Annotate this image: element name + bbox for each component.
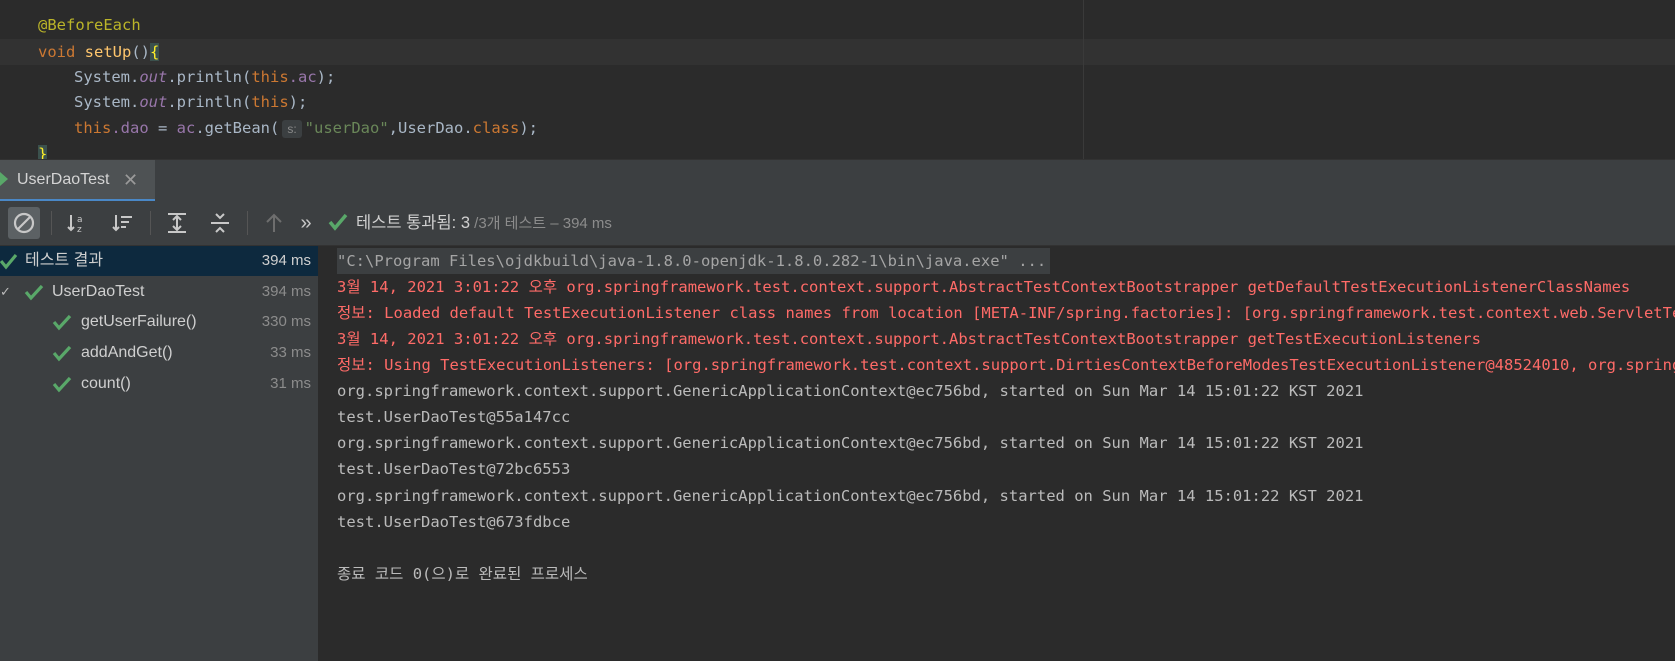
run-tool-window-header: UserDaoTest ✕ xyxy=(0,159,1675,202)
console-line: org.springframework.context.support.Gene… xyxy=(337,434,1364,452)
code-line-4[interactable]: System.out.println(this); xyxy=(74,89,307,115)
console-line: test.UserDaoTest@72bc6553 xyxy=(337,460,571,478)
parameter-hint: s: xyxy=(282,119,302,138)
method-name: setUp xyxy=(84,43,132,61)
code-line-6[interactable]: } xyxy=(38,141,48,159)
test-runner-toolbar: az » 테스트 통과됨: 3 /3개 테스트 – 394 ms xyxy=(0,201,1675,246)
code-line-1[interactable]: @BeforeEach xyxy=(38,12,141,38)
code-token: .println( xyxy=(167,93,252,111)
code-token: "userDao" xyxy=(304,119,389,137)
test-results-tree: 테스트 결과 394 ms ✓ UserDaoTest 394 ms getUs… xyxy=(0,246,319,661)
tree-row-label: getUserFailure() xyxy=(81,313,197,330)
expand-all-icon xyxy=(168,213,186,233)
code-token: = xyxy=(148,119,177,137)
tree-row-label: addAndGet() xyxy=(81,344,173,361)
tree-row-test[interactable]: count() 31 ms xyxy=(0,369,318,399)
code-editor[interactable]: @BeforeEach void setUp(){ System.out.pri… xyxy=(0,0,1675,159)
keyword-void: void xyxy=(38,43,76,61)
code-line-3[interactable]: System.out.println(this.ac); xyxy=(74,64,335,90)
code-token: System. xyxy=(74,93,140,111)
more-actions-button[interactable]: » xyxy=(290,207,322,239)
toolbar-separator xyxy=(51,211,52,235)
test-status: 테스트 통과됨: 3 /3개 테스트 – 394 ms xyxy=(328,201,612,246)
collapse-all-icon xyxy=(211,213,229,233)
no-entry-icon xyxy=(13,212,35,234)
tree-row-label: UserDaoTest xyxy=(52,283,145,300)
code-token: System. xyxy=(74,68,140,86)
check-icon xyxy=(52,376,72,393)
tree-row-label: count() xyxy=(81,375,131,392)
code-token: out xyxy=(139,68,168,86)
code-token: .ac xyxy=(288,68,317,86)
toolbar-separator xyxy=(247,211,248,235)
method-parens: () xyxy=(131,43,151,61)
tree-row-time: 394 ms xyxy=(261,252,311,269)
console-line: test.UserDaoTest@673fdbce xyxy=(337,513,571,531)
sort-duration-icon xyxy=(112,215,132,232)
console-command-line: "C:\Program Files\ojdkbuild\java-1.8.0-o… xyxy=(337,248,1051,274)
run-icon xyxy=(0,172,8,186)
code-token: this xyxy=(74,119,112,137)
console-line: 정보: Loaded default TestExecutionListener… xyxy=(337,304,1675,322)
console-line: org.springframework.context.support.Gene… xyxy=(337,382,1364,400)
tree-row-time: 330 ms xyxy=(261,313,311,330)
status-passed: 테스트 통과됨: 3 xyxy=(356,214,471,232)
code-token: .dao xyxy=(111,119,149,137)
console-exit-line: 종료 코드 0(으)로 완료된 프로세스 xyxy=(337,565,588,583)
check-icon xyxy=(24,284,44,301)
tree-row-time: 31 ms xyxy=(270,375,311,392)
tree-row-class[interactable]: ✓ UserDaoTest 394 ms xyxy=(0,277,318,307)
code-token: ); xyxy=(288,93,308,111)
sort-alphabetically-button[interactable]: az xyxy=(62,207,94,239)
code-token: ); xyxy=(519,119,539,137)
toolbar-separator xyxy=(150,211,151,235)
tree-row-test[interactable]: getUserFailure() 330 ms xyxy=(0,307,318,337)
tree-row-time: 394 ms xyxy=(261,283,311,300)
code-token: .getBean( xyxy=(195,119,280,137)
expand-all-button[interactable] xyxy=(161,207,193,239)
status-total: /3개 테스트 – 394 ms xyxy=(470,215,612,232)
collapse-all-button[interactable] xyxy=(204,207,236,239)
current-line-highlight xyxy=(0,39,1675,65)
code-token: this xyxy=(251,68,289,86)
svg-text:z: z xyxy=(77,225,82,235)
tree-row-label: 테스트 결과 xyxy=(25,252,104,269)
console-line: org.springframework.context.support.Gene… xyxy=(337,487,1364,505)
console-line: 3월 14, 2021 3:01:22 오후 org.springframewo… xyxy=(337,278,1631,296)
close-brace: } xyxy=(38,145,48,159)
check-icon xyxy=(52,314,72,331)
code-line-5[interactable]: this.dao = ac.getBean(s: "userDao",UserDa… xyxy=(74,115,538,141)
code-token: out xyxy=(139,93,168,111)
sort-alpha-icon: az xyxy=(67,215,83,235)
code-token: class xyxy=(472,119,520,137)
run-tab[interactable]: UserDaoTest ✕ xyxy=(0,160,155,202)
show-passed-toggle[interactable] xyxy=(8,207,40,239)
check-icon xyxy=(0,253,18,270)
console-line: 3월 14, 2021 3:01:22 오후 org.springframewo… xyxy=(337,330,1481,348)
code-token: ); xyxy=(316,68,336,86)
check-icon xyxy=(52,345,72,362)
tree-row-time: 33 ms xyxy=(270,344,311,361)
sort-by-duration-button[interactable] xyxy=(107,207,139,239)
code-line-2[interactable]: void setUp(){ xyxy=(38,39,160,65)
right-margin-guide xyxy=(1083,0,1084,159)
arrow-up-icon xyxy=(266,213,282,232)
console-line: 정보: Using TestExecutionListeners: [org.s… xyxy=(337,356,1675,374)
check-icon xyxy=(328,213,348,231)
code-token: this xyxy=(251,93,289,111)
console-line: test.UserDaoTest@55a147cc xyxy=(337,408,571,426)
previous-failed-test-button[interactable] xyxy=(258,207,290,239)
expand-toggle-icon[interactable]: ✓ xyxy=(0,277,11,307)
run-tab-label: UserDaoTest xyxy=(17,171,110,188)
code-token: ac xyxy=(176,119,196,137)
code-token: ,UserDao. xyxy=(388,119,473,137)
close-tab-icon[interactable]: ✕ xyxy=(123,160,138,200)
open-brace: { xyxy=(150,43,160,61)
console-output[interactable]: "C:\Program Files\ojdkbuild\java-1.8.0-o… xyxy=(319,246,1675,661)
annotation: @BeforeEach xyxy=(38,16,141,34)
code-token: .println( xyxy=(167,68,252,86)
svg-text:a: a xyxy=(77,215,83,225)
tree-row-test[interactable]: addAndGet() 33 ms xyxy=(0,338,318,368)
tree-row-results[interactable]: 테스트 결과 394 ms xyxy=(0,246,318,276)
